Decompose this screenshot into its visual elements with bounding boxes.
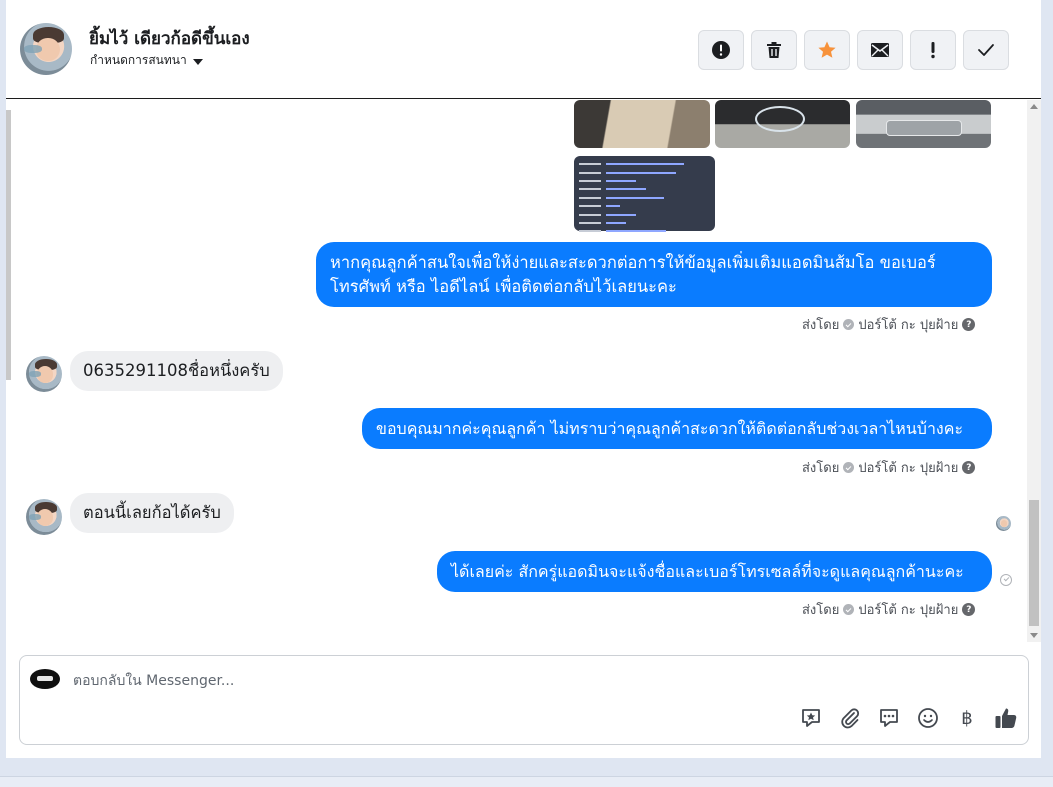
checkmark-icon bbox=[978, 44, 994, 56]
photo-engine[interactable] bbox=[856, 100, 991, 148]
mark-unread-button[interactable] bbox=[857, 30, 903, 70]
star-icon bbox=[818, 41, 836, 58]
help-icon[interactable]: ? bbox=[962, 318, 976, 331]
sticker-button[interactable] bbox=[799, 706, 823, 730]
delivered-check-icon bbox=[1000, 574, 1012, 586]
sent-by-label: ส่งโดย bbox=[802, 318, 840, 333]
scroll-up-arrow-icon[interactable] bbox=[1030, 104, 1038, 109]
sender-info: ส่งโดย ปอร์โต้ กะ ปุยฝ้าย ? bbox=[802, 457, 976, 478]
conversation-header: ยิ้มไว้ เดียวก้อดีขึ้นเอง กำหนดการสนทนา bbox=[6, 0, 1041, 99]
saved-replies-icon bbox=[880, 709, 898, 727]
help-icon[interactable]: ? bbox=[962, 603, 976, 616]
photo-dashboard[interactable] bbox=[715, 100, 850, 148]
outgoing-message[interactable]: หากคุณลูกค้าสนใจเพื่อให้ง่ายและสะดวกต่อก… bbox=[316, 242, 992, 307]
verified-icon bbox=[843, 462, 855, 473]
scrollbar-thumb[interactable] bbox=[1029, 500, 1039, 626]
sticker-icon bbox=[802, 709, 820, 727]
star-button[interactable] bbox=[804, 30, 850, 70]
window-bottom-edge bbox=[0, 776, 1053, 787]
envelope-icon bbox=[871, 43, 889, 57]
sender-info: ส่งโดย ปอร์โต้ กะ ปุยฝ้าย ? bbox=[802, 314, 976, 335]
attachment-icon bbox=[841, 708, 860, 729]
caret-down-icon bbox=[192, 58, 203, 65]
sender-info: ส่งโดย ปอร์โต้ กะ ปุยฝ้าย ? bbox=[802, 599, 976, 620]
message-text-line: หากคุณลูกค้าสนใจเพื่อให้ง่ายและสะดวกต่อก… bbox=[330, 253, 936, 272]
inbox-panel: ยิ้มไว้ เดียวก้อดีขึ้นเอง กำหนดการสนทนา bbox=[6, 0, 1041, 758]
verified-icon bbox=[843, 319, 855, 330]
verified-icon bbox=[843, 604, 855, 615]
sender-name[interactable]: ปอร์โต้ กะ ปุยฝ้าย bbox=[858, 314, 958, 335]
incoming-message[interactable]: 0635291108ชื่อหนึ่งครับ bbox=[70, 351, 283, 391]
emoji-button[interactable] bbox=[916, 706, 940, 730]
contact-name[interactable]: ยิ้มไว้ เดียวก้อดีขึ้นเอง bbox=[89, 25, 250, 52]
scroll-down-arrow-icon[interactable] bbox=[1030, 633, 1038, 638]
page-logo bbox=[30, 669, 60, 689]
thumbs-up-icon bbox=[995, 708, 1017, 728]
photo-interior[interactable] bbox=[574, 100, 710, 148]
sender-name[interactable]: ปอร์โต้ กะ ปุยฝ้าย bbox=[858, 599, 958, 620]
trash-icon bbox=[767, 42, 781, 58]
thread-scrollbar[interactable] bbox=[1027, 100, 1041, 642]
sender-name[interactable]: ปอร์โต้ กะ ปุยฝ้าย bbox=[858, 457, 958, 478]
reply-composer: ฿ bbox=[19, 655, 1029, 745]
photo-spec-sheet[interactable] bbox=[574, 156, 715, 233]
outgoing-message[interactable]: ได้เลยค่ะ สักครู่แอดมินจะแจ้งชื่อและเบอร… bbox=[437, 551, 992, 592]
message-text-line: โทรศัพท์ หรือ ไอดีไลน์ เพื่อติดต่อกลับไว… bbox=[330, 277, 677, 296]
help-icon[interactable]: ? bbox=[962, 461, 976, 474]
attach-button[interactable] bbox=[838, 706, 862, 730]
incoming-message[interactable]: ตอนนี้เลยก้อได้ครับ bbox=[70, 493, 234, 533]
contact-avatar[interactable] bbox=[26, 356, 62, 392]
assign-conversation-label: กำหนดการสนทนา bbox=[90, 53, 187, 67]
exclamation-icon bbox=[931, 42, 935, 59]
contact-avatar[interactable] bbox=[26, 499, 62, 535]
reply-input[interactable] bbox=[73, 669, 773, 693]
conversation-toolbar bbox=[698, 30, 1009, 70]
report-spam-button[interactable] bbox=[698, 30, 744, 70]
baht-icon: ฿ bbox=[961, 707, 973, 729]
contact-avatar[interactable] bbox=[20, 23, 72, 75]
like-button[interactable] bbox=[994, 706, 1018, 730]
sent-by-label: ส่งโดย bbox=[802, 603, 840, 618]
seen-avatar bbox=[996, 516, 1011, 531]
message-thread[interactable]: หากคุณลูกค้าสนใจเพื่อให้ง่ายและสะดวกต่อก… bbox=[6, 100, 1026, 642]
mark-done-button[interactable] bbox=[963, 30, 1009, 70]
assign-conversation-dropdown[interactable]: กำหนดการสนทนา bbox=[90, 51, 203, 70]
saved-replies-button[interactable] bbox=[877, 706, 901, 730]
delete-button[interactable] bbox=[751, 30, 797, 70]
payment-button[interactable]: ฿ bbox=[955, 706, 979, 730]
outgoing-message[interactable]: ขอบคุณมากค่ะคุณลูกค้า ไม่ทราบว่าคุณลูกค้… bbox=[362, 408, 992, 449]
sent-by-label: ส่งโดย bbox=[802, 461, 840, 476]
composer-tools: ฿ bbox=[799, 706, 1018, 730]
alert-circle-icon bbox=[712, 41, 730, 59]
flag-button[interactable] bbox=[910, 30, 956, 70]
emoji-icon bbox=[918, 708, 938, 728]
